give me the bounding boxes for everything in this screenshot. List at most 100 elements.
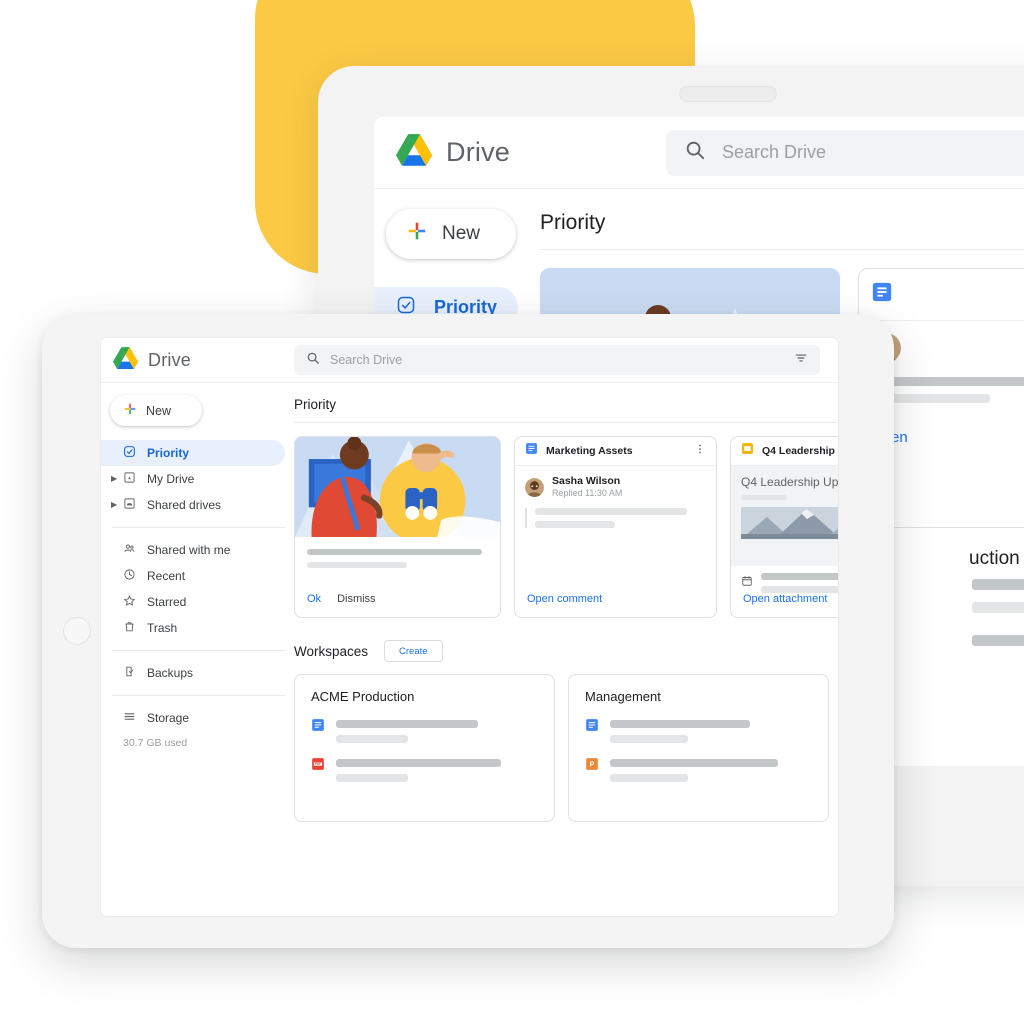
back-brand[interactable]: Drive (396, 134, 644, 171)
placeholder-bar (336, 720, 478, 728)
workspace-file-row[interactable]: PDF (311, 757, 538, 782)
sidebar-item-label: Priority (147, 446, 190, 460)
tablet-home-button[interactable] (63, 617, 91, 645)
clock-icon (123, 568, 136, 584)
sidebar-divider (112, 695, 285, 696)
create-workspace-button[interactable]: Create (384, 640, 443, 662)
plus-icon (406, 220, 428, 248)
sidebar-nav: Priority ▶ My Drive ▶ Shared drives Shar… (101, 440, 294, 749)
body: New Priority ▶ My Drive ▶ Shared drives … (101, 383, 838, 916)
backup-device-icon (123, 665, 136, 681)
workspace-file-row[interactable] (585, 718, 812, 743)
sidebar-item-my-drive[interactable]: ▶ My Drive (101, 466, 294, 492)
placeholder-bar (307, 549, 482, 555)
search-icon (684, 139, 706, 166)
plus-icon (123, 402, 137, 419)
attachment-preview-title: Q4 Leadership Update (741, 475, 838, 489)
sidebar-item-label: Trash (147, 621, 178, 635)
workspaces-title: Workspaces (294, 643, 369, 659)
chevron-right-icon[interactable]: ▶ (111, 475, 117, 483)
brand[interactable]: Drive (101, 346, 294, 374)
back-new-label: New (442, 223, 481, 244)
sidebar-item-shared-with-me[interactable]: Shared with me (101, 537, 294, 563)
sidebar-item-shared-drives[interactable]: ▶ Shared drives (101, 492, 294, 518)
app-name: Drive (148, 349, 192, 370)
comment-user-meta: Sasha Wilson Replied 11:30 AM (552, 475, 622, 499)
storage-used-label: 30.7 GB used (123, 737, 188, 749)
placeholder-bar (741, 495, 787, 501)
my-drive-icon (123, 471, 136, 487)
sidebar-item-label: Storage (147, 711, 190, 725)
sidebar-item-label: Starred (147, 595, 187, 609)
placeholder-bar (610, 720, 750, 728)
sidebar-divider (112, 650, 285, 651)
back-search-input[interactable]: Search Drive (666, 129, 1024, 176)
foreground-device-screen: Drive Search Drive New Priority ▶ My Dri… (101, 338, 838, 916)
workspace-card-acme-production[interactable]: ACME Production PDF (294, 674, 555, 822)
workspaces-header: Workspaces Create (294, 640, 838, 662)
attachment-meta-row (731, 566, 838, 593)
illustration-card-actions: Ok Dismiss (295, 593, 500, 617)
attachment-card-title: Q4 Leadership Upd (762, 445, 838, 457)
more-vert-icon[interactable] (694, 442, 706, 460)
main-content: Priority Ok Dismiss Marketing Assets Sas… (294, 383, 838, 916)
search-placeholder: Search Drive (330, 353, 403, 367)
sidebar-item-recent[interactable]: Recent (101, 563, 294, 589)
two-hikers-with-binoculars-illustration (295, 437, 500, 537)
user-avatar (525, 477, 544, 497)
chevron-right-icon[interactable]: ▶ (111, 501, 117, 509)
back-new-button[interactable]: New (386, 209, 516, 259)
sidebar-item-starred[interactable]: Starred (101, 589, 294, 615)
workspace-file-row[interactable] (311, 718, 538, 743)
back-topbar: Drive Search Drive (374, 117, 1024, 189)
google-docs-icon (525, 442, 538, 460)
google-docs-icon (311, 718, 325, 737)
back-page-title: Priority (540, 211, 606, 234)
workspace-file-row[interactable]: P (585, 757, 812, 782)
topbar: Drive Search Drive (101, 338, 838, 383)
device-speaker-notch (679, 86, 777, 102)
priority-card-comment[interactable]: Marketing Assets Sasha Wilson Replied 11… (514, 436, 717, 618)
comment-quote-placeholder (525, 508, 706, 529)
dismiss-button[interactable]: Dismiss (337, 593, 376, 605)
back-search-placeholder: Search Drive (722, 142, 827, 162)
illustration-card-placeholder-lines (295, 537, 500, 568)
comment-user-name: Sasha Wilson (552, 475, 621, 487)
sidebar-item-label: Recent (147, 569, 186, 583)
page-title: Priority (294, 397, 337, 412)
open-comment-link[interactable]: Open comment (527, 593, 602, 605)
workspace-name: ACME Production (311, 689, 415, 704)
new-button[interactable]: New (110, 395, 202, 426)
placeholder-bar (336, 774, 408, 782)
sidebar-divider (112, 527, 285, 528)
workspace-card-management[interactable]: Management P (568, 674, 829, 822)
priority-card-illustration[interactable]: Ok Dismiss (294, 436, 501, 618)
google-docs-icon (585, 718, 599, 737)
back-app-name: Drive (446, 137, 511, 167)
placeholder-bar (610, 774, 688, 782)
comment-user-timestamp: Replied 11:30 AM (552, 488, 623, 499)
sidebar-item-priority[interactable]: Priority (101, 440, 285, 466)
sidebar-item-label: Shared with me (147, 543, 231, 557)
priority-check-icon (123, 445, 136, 461)
screenshot-stage: Drive Search Drive New Priority Priority… (0, 0, 1024, 1024)
google-drive-logo-icon (113, 346, 138, 374)
illustration-area (295, 437, 500, 537)
placeholder-bar (761, 573, 838, 580)
placeholder-bar (535, 508, 687, 516)
sidebar-item-storage[interactable]: Storage (101, 705, 294, 731)
google-docs-icon (871, 281, 893, 308)
sidebar-item-trash[interactable]: Trash (101, 615, 294, 641)
ok-button[interactable]: Ok (307, 593, 321, 605)
sidebar-item-backups[interactable]: Backups (101, 660, 294, 686)
filter-list-icon[interactable] (794, 351, 808, 370)
search-input[interactable]: Search Drive (294, 345, 820, 375)
star-icon (123, 594, 136, 610)
attachment-preview: Q4 Leadership Update (731, 466, 838, 566)
placeholder-bar (535, 521, 615, 529)
comment-card-actions: Open comment (515, 593, 716, 617)
comment-card-title: Marketing Assets (546, 445, 633, 457)
priority-card-attachment[interactable]: Q4 Leadership Upd Q4 Leadership Update (730, 436, 838, 618)
workspace-file-placeholder (610, 757, 812, 782)
open-attachment-link[interactable]: Open attachment (743, 593, 827, 605)
